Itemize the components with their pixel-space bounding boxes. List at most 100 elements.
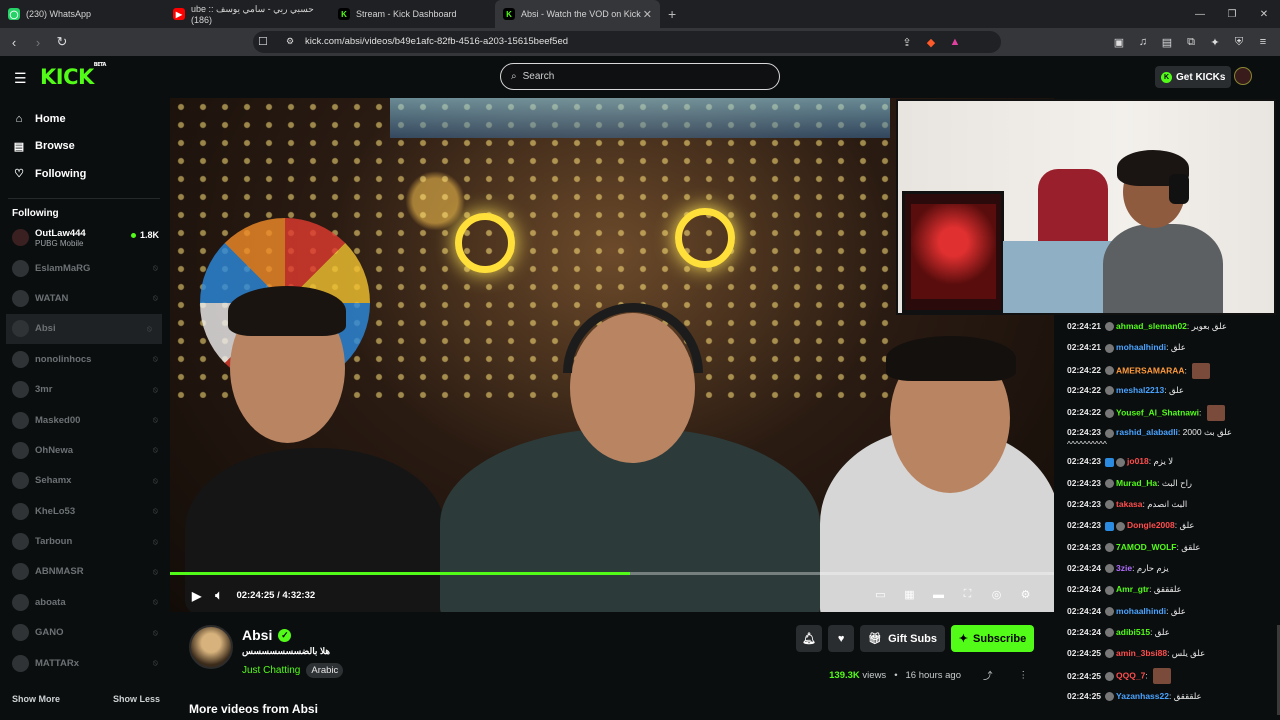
gift-subs-button[interactable]: 🎁︎ Gift Subs — [860, 625, 945, 652]
get-kicks-button[interactable]: K Get KICKs — [1155, 66, 1232, 88]
chat-username[interactable]: takasa — [1116, 499, 1142, 509]
sidebar-channel[interactable]: Absi ⦸ — [6, 313, 162, 345]
language-tag[interactable]: Arabic — [306, 663, 344, 678]
kick-logo[interactable]: KICKBETA — [40, 62, 106, 89]
settings-gear-icon[interactable]: ⚙ — [1019, 588, 1032, 601]
sidebar-item-home[interactable]: ⌂ Home — [0, 105, 168, 133]
notification-bell-button[interactable]: 🔔︎ — [796, 625, 823, 652]
sidebar-toggle-icon[interactable]: ▤ — [1160, 35, 1174, 49]
user-badge-icon — [1105, 542, 1115, 552]
user-badge-icon — [1116, 457, 1126, 467]
miniplayer-icon[interactable]: ▭ — [874, 588, 887, 601]
share-icon[interactable]: ⇪ — [900, 35, 914, 49]
channel-outlaw444[interactable]: OutLaw444 PUBG Mobile 1.8K — [0, 223, 168, 253]
chat-username[interactable]: Yazanhass22 — [1116, 691, 1169, 701]
subscribe-button[interactable]: ✦ Subscribe — [951, 625, 1034, 652]
leo-icon[interactable]: ✦ — [1208, 35, 1222, 49]
volume-icon[interactable]: 🔈︎ — [215, 588, 222, 603]
back-icon[interactable]: ‹ — [4, 35, 24, 50]
chat-username[interactable]: Murad_Ha — [1116, 478, 1157, 488]
reload-icon[interactable]: ↻ — [52, 34, 72, 50]
chat-username[interactable]: mohaalhindi — [1116, 606, 1166, 616]
chat-username[interactable]: QQQ_7 — [1116, 671, 1145, 681]
stream-title: هلا بالضسسسسسسس — [242, 646, 331, 656]
new-tab-icon[interactable]: + — [668, 6, 676, 22]
tab-whatsapp[interactable]: ◯ (230) WhatsApp — [0, 0, 165, 28]
hamburger-menu-icon[interactable]: ☰ — [14, 70, 27, 87]
heart-icon: ♡ — [14, 168, 24, 181]
chat-username[interactable]: mohaalhindi — [1116, 342, 1166, 352]
tab-label: Stream - Kick Dashboard — [356, 9, 457, 19]
share-icon[interactable]: ⤴ — [983, 668, 993, 682]
speed-icon[interactable]: ◎ — [990, 588, 1003, 601]
site-info-icon[interactable]: ⚙ — [286, 36, 294, 47]
media-icon[interactable]: ♫ — [1136, 35, 1150, 49]
chat-username[interactable]: amin_3bsi88 — [1116, 648, 1167, 658]
vpn-icon[interactable]: ⛨ — [1232, 35, 1246, 49]
url-text[interactable]: kick.com/absi/videos/b49e1afc-82fb-4516-… — [305, 28, 568, 56]
sidebar-item-following[interactable]: ♡ Following — [0, 160, 168, 188]
tab-youtube[interactable]: ▶ ube :: حسبي ربي - سامي يوسف (186) — [165, 0, 330, 28]
bookmark-icon[interactable]: ☐ — [258, 35, 268, 48]
sidebar-channel[interactable]: Sehamx ⦸ — [0, 466, 168, 496]
channel-name[interactable]: Absi ✓ — [242, 627, 292, 643]
wallet-icon[interactable]: ▣ — [1112, 35, 1126, 49]
sidebar-channel[interactable]: aboata ⦸ — [0, 587, 168, 617]
chat-username[interactable]: rashid_alabadli — [1116, 427, 1178, 437]
chat-username[interactable]: Dongle2008 — [1127, 520, 1175, 530]
sidebar-channel[interactable]: MATTARx ⦸ — [0, 648, 168, 678]
tab-kick-dashboard[interactable]: K Stream - Kick Dashboard — [330, 0, 495, 28]
chat-username[interactable]: 7AMOD_WOLF — [1116, 542, 1176, 552]
sidebar-channel[interactable]: KheLo53 ⦸ — [0, 496, 168, 526]
chat-username[interactable]: jo018 — [1127, 456, 1149, 466]
maximize-icon[interactable]: ❐ — [1216, 0, 1248, 28]
sidebar-channel[interactable]: EslamMaRG ⦸ — [0, 253, 168, 283]
close-window-icon[interactable]: ✕ — [1248, 0, 1280, 28]
sidebar-channel[interactable]: Masked00 ⦸ — [0, 405, 168, 435]
show-more-button[interactable]: Show More — [12, 694, 60, 704]
follow-heart-button[interactable]: ♥ — [828, 625, 855, 652]
sidebar-channel[interactable]: GANO ⦸ — [0, 618, 168, 648]
kick-icon: K — [503, 8, 515, 20]
user-avatar[interactable] — [1234, 67, 1252, 85]
category-link[interactable]: Just Chatting — [242, 665, 300, 676]
chat-text: علق يلس — [1171, 648, 1206, 659]
close-tab-icon[interactable]: ✕ — [643, 8, 652, 21]
avatar — [12, 533, 29, 551]
play-button[interactable]: ▶ — [192, 589, 201, 603]
emote-icon — [1192, 362, 1211, 379]
rewards-icon[interactable]: ▲ — [948, 35, 962, 49]
search-input[interactable]: ⌕ Search — [500, 63, 780, 90]
channel-avatar[interactable] — [189, 625, 233, 669]
sidebar-channel[interactable]: Tarboun ⦸ — [0, 526, 168, 556]
brave-shield-icon[interactable]: ◆ — [924, 35, 938, 49]
progress-bar[interactable] — [170, 572, 1054, 575]
progress-fill — [170, 572, 630, 575]
sidebar-channel[interactable]: 3mr ⦸ — [0, 374, 168, 404]
sidebar-channel[interactable]: ABNMASR ⦸ — [0, 557, 168, 587]
sidebar-channel[interactable]: OhNewa ⦸ — [0, 435, 168, 465]
chat-username[interactable]: Amr_gtr — [1116, 584, 1149, 594]
chat-username[interactable]: Yousef_Al_Shatnawi — [1116, 407, 1199, 417]
menu-icon[interactable]: ≡ — [1256, 35, 1270, 49]
fullscreen-icon[interactable]: ⛶ — [961, 588, 974, 601]
chat-username[interactable]: AMERSAMARAA — [1116, 365, 1184, 375]
theater-mode-icon[interactable]: ▬ — [932, 588, 945, 601]
minimize-icon[interactable]: — — [1184, 0, 1216, 28]
extensions-icon[interactable]: ⧉ — [1184, 35, 1198, 49]
clip-icon[interactable]: ▦ — [903, 588, 916, 601]
sidebar-channel[interactable]: nonolinhocs ⦸ — [0, 344, 168, 374]
chat-username[interactable]: adibi515 — [1116, 627, 1150, 637]
user-badge-icon — [1105, 649, 1115, 659]
show-less-button[interactable]: Show Less — [113, 694, 160, 704]
more-options-icon[interactable]: ⋮ — [1019, 670, 1029, 681]
sidebar-channel[interactable]: WATAN ⦸ — [0, 283, 168, 313]
forward-icon[interactable]: › — [28, 35, 48, 50]
chat-message: 02:24:22 AMERSAMARAA: — [1056, 358, 1280, 379]
chat-username[interactable]: 3zie — [1116, 563, 1132, 573]
chat-username[interactable]: ahmad_sleman02 — [1116, 321, 1187, 331]
sidebar-item-browse[interactable]: ▤ Browse — [0, 133, 168, 161]
tab-kick-vod[interactable]: K Absi - Watch the VOD on Kick ✕ — [495, 0, 660, 28]
chat-time: 02:24:25 — [1067, 648, 1102, 659]
chat-username[interactable]: meshal2213 — [1116, 385, 1164, 395]
